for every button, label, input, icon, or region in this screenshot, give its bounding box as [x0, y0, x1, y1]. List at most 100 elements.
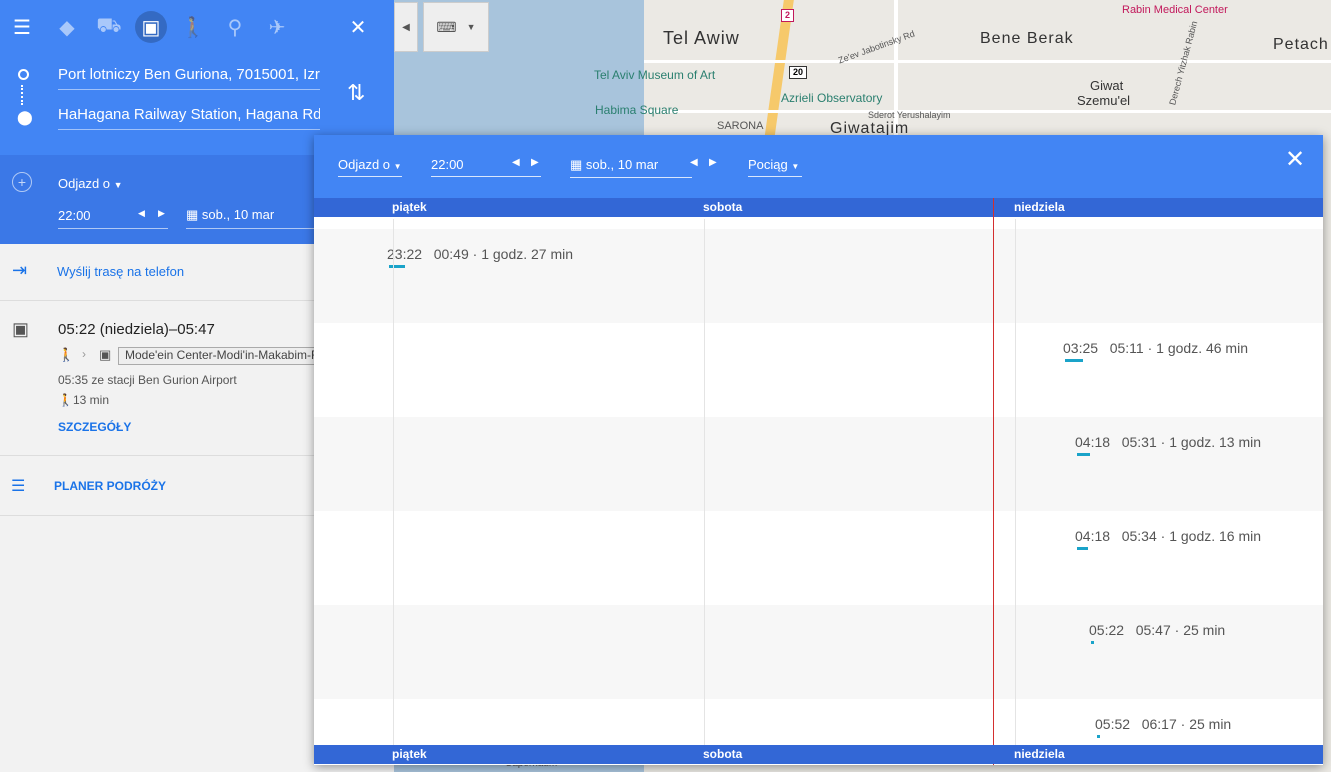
trip-times: 04:18 05:31 · 1 godz. 13 min — [1075, 434, 1261, 450]
walk-small-icon: 🚶 — [58, 393, 73, 407]
map-label-givat: Giwat — [1090, 78, 1124, 93]
schedule-row[interactable]: 03:25 05:11 · 1 godz. 46 min — [314, 323, 1323, 417]
day-divider — [393, 219, 394, 745]
train-small-icon: ▣ — [99, 347, 112, 362]
trip-info: 05:47 · 25 min — [1135, 622, 1226, 638]
day-label-friday: piątek — [392, 747, 427, 761]
route-line-badge: Mode'ein Center-Modi'in-Makabim-Re'ut — [118, 347, 322, 365]
dropdown-icon: ▼ — [113, 180, 123, 190]
route-shield-2: 2 — [781, 9, 795, 22]
origin-dot-icon — [18, 69, 29, 80]
trip-departure: 05:22 — [1089, 622, 1125, 638]
trip-info: 05:31 · 1 godz. 13 min — [1121, 434, 1262, 450]
prev-time-icon[interactable]: ◀ — [138, 208, 145, 219]
map-label-sarona: SARONA — [717, 120, 764, 132]
mode-car-button[interactable]: ⛟ — [93, 11, 125, 43]
trip-times: 05:52 06:17 · 25 min — [1095, 716, 1231, 732]
swap-icon[interactable]: ⇅ — [347, 80, 365, 106]
trip-info: 00:49 · 1 godz. 27 min — [433, 246, 574, 262]
flight-icon: ✈ — [268, 16, 286, 39]
dialog-date-input[interactable]: ▦ sob., 10 mar — [570, 157, 692, 178]
date-input[interactable]: ▦ sob., 10 mar — [186, 207, 314, 229]
route-walk-time: 13 min — [73, 393, 110, 407]
menu-button[interactable]: ☰ — [6, 11, 38, 43]
dropdown-icon: ▼ — [393, 162, 402, 171]
trip-times: 03:25 05:11 · 1 godz. 46 min — [1063, 340, 1248, 356]
dialog-time-value: 22:00 — [431, 157, 464, 172]
close-directions-button[interactable]: ✕ — [342, 11, 374, 43]
dialog-mode-value: Pociąg — [748, 157, 788, 172]
directions-header: ☰ ◆ ⛟ ▣ 🚶 ⚲ ✈ ✕ ⬤ Port lotniczy Ben Guri… — [0, 0, 394, 155]
chevron-left-icon: ◀ — [402, 21, 410, 33]
mode-walk-button[interactable]: 🚶 — [177, 11, 209, 43]
collapse-panel-button[interactable]: ◀ — [394, 2, 418, 52]
depart-select[interactable]: Odjazd o ▼ — [58, 176, 123, 191]
trip-times: 04:18 05:34 · 1 godz. 16 min — [1075, 528, 1261, 544]
trip-times: 23:22 00:49 · 1 godz. 27 min — [387, 246, 573, 262]
mode-flight-button[interactable]: ✈ — [261, 11, 293, 43]
trip-departure: 04:18 — [1075, 434, 1111, 450]
dialog-depart-label: Odjazd o — [338, 157, 391, 172]
keyboard-input-button[interactable]: ⌨ ▼ — [423, 2, 489, 52]
map-label-petach: Petach — [1273, 36, 1329, 53]
route-title: 05:22 (niedziela)–05:47 — [58, 321, 215, 338]
map-poi-rabin[interactable]: Rabin Medical Center — [1122, 4, 1228, 16]
send-phone-icon: ⇥ — [12, 260, 28, 280]
details-link[interactable]: SZCZEGÓŁY — [58, 420, 131, 434]
close-dialog-button[interactable]: ✕ — [1279, 143, 1311, 175]
schedule-row[interactable]: 04:18 05:31 · 1 godz. 13 min — [314, 417, 1323, 511]
map-poi-azrieli[interactable]: Azrieli Observatory — [781, 91, 882, 105]
day-divider — [1015, 219, 1016, 745]
add-stop-icon[interactable]: + — [12, 172, 32, 192]
map-label-tel-aviv: Tel Awiw — [663, 28, 740, 48]
trip-info: 05:34 · 1 godz. 16 min — [1121, 528, 1262, 544]
map-poi-museum[interactable]: Tel Aviv Museum of Art — [594, 68, 715, 82]
day-label-sunday: niedziela — [1014, 747, 1065, 761]
send-to-phone-link[interactable]: Wyślij trasę na telefon — [57, 264, 184, 279]
planner-link[interactable]: PLANER PODRÓŻY — [54, 479, 166, 493]
day-label-friday: piątek — [392, 200, 427, 214]
schedule-row[interactable]: 04:18 05:34 · 1 godz. 16 min — [314, 511, 1323, 605]
walk-icon: 🚶 — [58, 347, 75, 362]
close-icon: ✕ — [349, 16, 367, 39]
day-label-saturday: sobota — [703, 200, 743, 214]
next-time-icon[interactable]: ▶ — [158, 208, 165, 219]
schedule-row[interactable]: 23:22 00:49 · 1 godz. 27 min — [314, 229, 1323, 323]
next-date-icon[interactable]: ▶ — [709, 157, 717, 168]
origin-input[interactable]: Port lotniczy Ben Guriona, 7015001, Izra… — [58, 66, 320, 90]
map-street-sderot: Sderot Yerushalayim — [868, 110, 951, 120]
mode-bike-button[interactable]: ⚲ — [219, 11, 251, 43]
route-shield-20: 20 — [789, 66, 808, 79]
calendar-icon: ▦ — [570, 157, 583, 172]
dialog-time-input[interactable]: 22:00 — [431, 157, 541, 177]
day-label-sunday: niedziela — [1014, 200, 1065, 214]
map-label-bnei-brak: Bene Berak — [980, 30, 1074, 47]
dialog-mode-select[interactable]: Pociąg ▼ — [748, 157, 802, 177]
chevron-right-icon: › — [82, 347, 86, 361]
schedule-dialog: Odjazd o ▼ 22:00 ◀ ▶ ▦ sob., 10 mar ◀ ▶ … — [314, 135, 1323, 765]
destination-input[interactable]: HaHagana Railway Station, Hagana Rd — [58, 106, 320, 130]
trip-info: 05:11 · 1 godz. 46 min — [1109, 340, 1248, 356]
day-header: piątek sobota niedziela — [314, 198, 1323, 217]
dialog-header: Odjazd o ▼ 22:00 ◀ ▶ ▦ sob., 10 mar ◀ ▶ … — [314, 135, 1323, 198]
chevron-down-icon: ▼ — [466, 22, 476, 32]
depart-label: Odjazd o — [58, 176, 111, 191]
mode-transit-button[interactable]: ▣ — [135, 11, 167, 43]
trip-bar — [1065, 359, 1083, 362]
next-time-icon[interactable]: ▶ — [531, 157, 539, 168]
prev-time-icon[interactable]: ◀ — [512, 157, 520, 168]
map-label-szemuel: Szemu'el — [1077, 93, 1131, 108]
schedule-row[interactable]: 05:22 05:47 · 25 min — [314, 605, 1323, 699]
trip-departure: 05:52 — [1095, 716, 1131, 732]
dialog-depart-select[interactable]: Odjazd o ▼ — [338, 157, 402, 177]
time-input[interactable]: 22:00 ◀ ▶ — [58, 208, 168, 229]
destination-pin-icon: ⬤ — [17, 109, 33, 125]
trip-bar — [1097, 735, 1100, 738]
trip-departure: 04:18 — [1075, 528, 1111, 544]
trip-bar — [1077, 453, 1090, 456]
map-poi-habima[interactable]: Habima Square — [595, 103, 678, 117]
trip-times: 05:22 05:47 · 25 min — [1089, 622, 1225, 638]
mode-best-button[interactable]: ◆ — [51, 11, 83, 43]
train-icon: ▣ — [12, 319, 30, 339]
prev-date-icon[interactable]: ◀ — [690, 157, 698, 168]
